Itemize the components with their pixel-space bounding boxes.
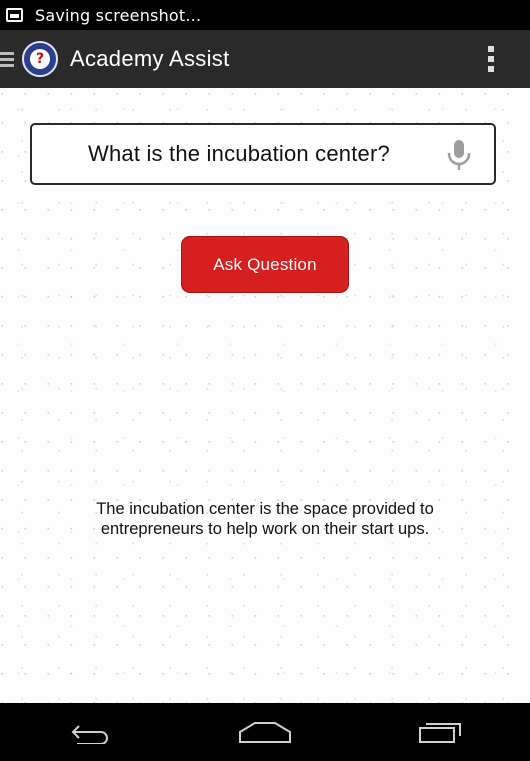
system-navigation-bar xyxy=(0,703,530,761)
image-icon xyxy=(6,8,23,22)
question-field[interactable] xyxy=(30,123,496,185)
drawer-menu-icon[interactable] xyxy=(0,51,14,67)
back-button[interactable] xyxy=(43,703,133,761)
status-notification-text: Saving screenshot... xyxy=(35,5,202,25)
app-title: Academy Assist xyxy=(70,46,230,71)
status-bar: Saving screenshot... xyxy=(0,0,530,30)
home-button[interactable] xyxy=(220,703,310,761)
ask-question-button[interactable]: Ask Question xyxy=(181,236,349,293)
microphone-icon[interactable] xyxy=(444,139,474,171)
action-bar: ? Academy Assist xyxy=(0,30,530,88)
recents-button[interactable] xyxy=(397,703,487,761)
answer-line-2: entrepreneurs to help work on their star… xyxy=(100,520,430,538)
home-icon xyxy=(238,722,291,743)
back-icon xyxy=(71,725,109,744)
recents-icon xyxy=(418,723,461,743)
overflow-menu-icon[interactable] xyxy=(488,46,494,72)
question-input[interactable] xyxy=(88,141,448,167)
answer-line-1: The incubation center is the space provi… xyxy=(96,500,434,518)
main-content: Ask Question The incubation center is th… xyxy=(0,88,530,703)
app-logo-question-mark: ? xyxy=(30,49,50,69)
answer-text: The incubation center is the space provi… xyxy=(30,499,500,539)
app-logo[interactable]: ? xyxy=(22,41,58,77)
